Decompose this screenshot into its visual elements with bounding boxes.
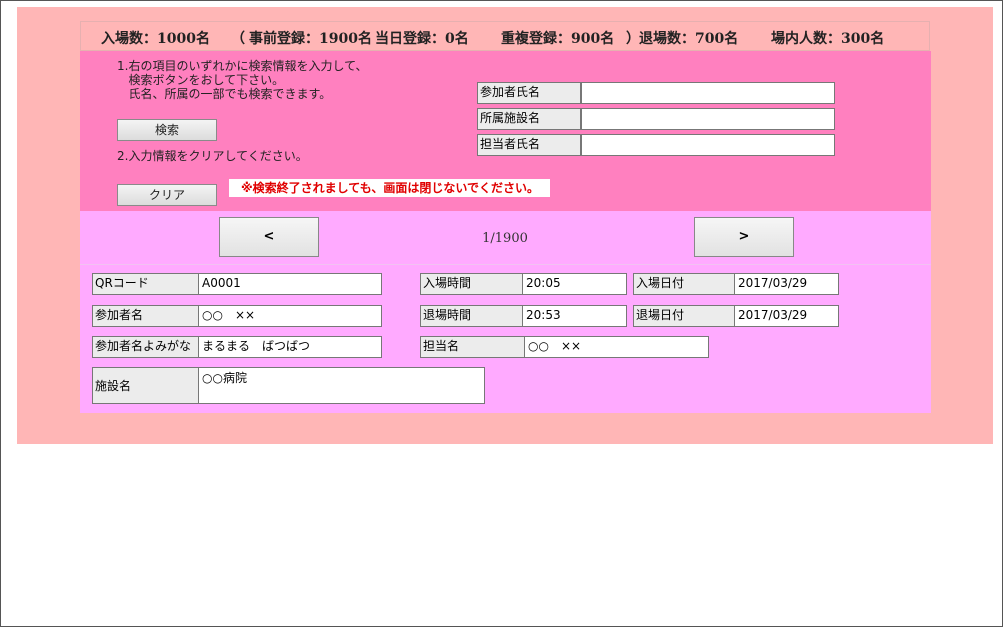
- exit-time-field: 20:53: [522, 305, 627, 327]
- exited-count: 退場数：700名: [639, 31, 739, 47]
- facility-search-label: 所属施設名: [477, 108, 581, 130]
- participant-kana-label: 参加者名よみがな: [92, 336, 199, 358]
- clear-button[interactable]: クリア: [117, 184, 217, 206]
- divider: [80, 264, 931, 265]
- qr-code-field: A0001: [198, 273, 382, 295]
- staff-search-label: 担当者氏名: [477, 134, 581, 156]
- exit-date-field: 2017/03/29: [734, 305, 839, 327]
- same-day-count: 当日登録：0名: [375, 31, 469, 47]
- stats-bar: 入場数：1000名 （ 事前登録：1900名 当日登録：0名 重複登録：900名…: [80, 21, 930, 51]
- participant-name-field: ○○ ××: [198, 305, 382, 327]
- staff-label: 担当名: [420, 336, 525, 358]
- warning-message: ※検索終了されましても、画面は閉じないでください。: [229, 179, 550, 197]
- prev-button[interactable]: <: [219, 217, 319, 257]
- close-paren: ）: [626, 31, 640, 47]
- participant-kana-field: まるまる ばつばつ: [198, 336, 382, 358]
- staff-search-input[interactable]: [581, 134, 835, 156]
- staff-field: ○○ ××: [524, 336, 709, 358]
- pre-registered-count: 事前登録：1900名: [249, 31, 372, 47]
- participant-name-search-input[interactable]: [581, 82, 835, 104]
- exit-date-label: 退場日付: [633, 305, 735, 327]
- search-instruction: 1.右の項目のいずれかに検索情報を入力して、 検索ボタンをおして下さい。 氏名、…: [117, 59, 368, 101]
- facility-search-input[interactable]: [581, 108, 835, 130]
- entry-date-field: 2017/03/29: [734, 273, 839, 295]
- facility-label: 施設名: [92, 367, 199, 404]
- inside-count: 場内人数：300名: [771, 31, 885, 47]
- exit-time-label: 退場時間: [420, 305, 523, 327]
- facility-field: ○○病院: [198, 367, 485, 404]
- duplicate-count: 重複登録：900名: [501, 31, 615, 47]
- qr-code-label: QRコード: [92, 273, 199, 295]
- next-button[interactable]: >: [694, 217, 794, 257]
- participant-name-search-label: 参加者氏名: [477, 82, 581, 104]
- entered-count: 入場数：1000名: [101, 31, 210, 47]
- page-info: 1/1900: [482, 231, 528, 246]
- search-button[interactable]: 検索: [117, 119, 217, 141]
- clear-instruction: 2.入力情報をクリアしてください。: [117, 149, 308, 163]
- participant-name-label: 参加者名: [92, 305, 199, 327]
- entry-time-label: 入場時間: [420, 273, 523, 295]
- open-paren: （: [231, 31, 245, 47]
- entry-time-field: 20:05: [522, 273, 627, 295]
- entry-date-label: 入場日付: [633, 273, 735, 295]
